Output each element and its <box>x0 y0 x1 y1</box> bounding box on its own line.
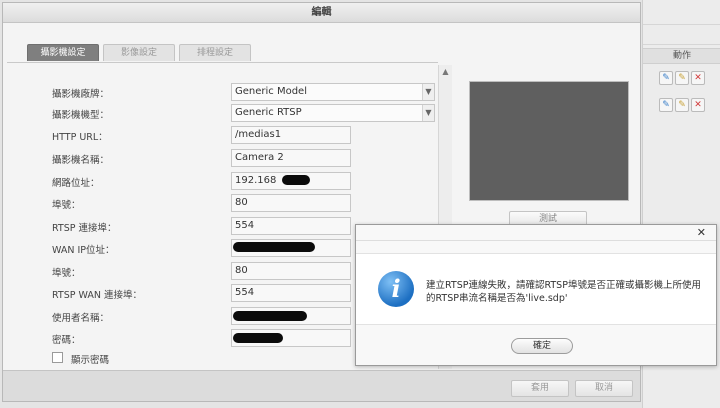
rtsp-port-label: RTSP 連接埠： <box>52 223 117 234</box>
dialog-footer: 套用 取消 <box>3 370 640 401</box>
dialog-title: 編輯 <box>3 3 640 23</box>
error-dialog: ✕ i 建立RTSP連線失敗，請確認RTSP埠號是否正確或攝影機上所使用的RTS… <box>355 224 717 366</box>
ip-label: 網路位址： <box>52 178 100 189</box>
wan-port-label: 埠號： <box>52 268 81 279</box>
brand-row: 攝影機廠牌： Generic Model ▼ <box>52 83 435 101</box>
show-password-checkbox[interactable] <box>52 352 63 363</box>
divider <box>643 44 720 45</box>
error-message: 建立RTSP連線失敗，請確認RTSP埠號是否正確或攝影機上所使用的RTSP串流名… <box>426 280 701 304</box>
action-row: ✎ ✎ ✕ <box>659 71 705 85</box>
edit-icon[interactable]: ✎ <box>659 98 673 112</box>
info-icon: i <box>378 271 414 307</box>
camera-name-label: 攝影機名稱： <box>52 155 110 166</box>
ok-button[interactable]: 確定 <box>511 338 573 354</box>
settings-icon[interactable]: ✎ <box>675 71 689 85</box>
rtsp-wan-port-input[interactable]: 554 <box>231 284 351 302</box>
http-url-label: HTTP URL： <box>52 132 108 143</box>
action-row: ✎ ✎ ✕ <box>659 98 705 112</box>
http-url-input[interactable]: /medias1 <box>231 126 351 144</box>
ip-row: 網路位址： 192.168 <box>52 172 432 190</box>
error-dialog-body: i 建立RTSP連線失敗，請確認RTSP埠號是否正確或攝影機上所使用的RTSP串… <box>356 253 716 325</box>
tab-camera-settings[interactable]: 攝影機設定 <box>27 44 99 61</box>
http-url-row: HTTP URL： /medias1 <box>52 126 432 144</box>
password-label: 密碼： <box>52 335 81 346</box>
brand-label: 攝影機廠牌： <box>52 89 110 100</box>
port-label: 埠號： <box>52 200 81 211</box>
cancel-button[interactable]: 取消 <box>575 380 633 397</box>
rtsp-port-input[interactable]: 554 <box>231 217 351 235</box>
username-label: 使用者名稱： <box>52 313 110 324</box>
wan-ip-label: WAN IP位址： <box>52 245 115 256</box>
model-select[interactable]: Generic RTSP ▼ <box>231 104 435 122</box>
tab-schedule-settings[interactable]: 排程設定 <box>179 44 251 61</box>
camera-name-input[interactable]: Camera 2 <box>231 149 351 167</box>
divider <box>643 24 720 25</box>
error-dialog-header <box>356 225 716 241</box>
apply-button[interactable]: 套用 <box>511 380 569 397</box>
tab-video-settings[interactable]: 影像設定 <box>103 44 175 61</box>
redaction-mark <box>233 333 283 343</box>
camera-name-row: 攝影機名稱： Camera 2 <box>52 149 432 167</box>
redaction-mark <box>233 242 315 252</box>
wan-port-input[interactable]: 80 <box>231 262 351 280</box>
model-value: Generic RTSP <box>235 107 302 118</box>
redaction-mark <box>233 311 307 321</box>
brand-select[interactable]: Generic Model ▼ <box>231 83 435 101</box>
chevron-down-icon: ▼ <box>422 84 434 100</box>
delete-icon[interactable]: ✕ <box>691 71 705 85</box>
chevron-down-icon: ▼ <box>422 105 434 121</box>
model-label: 攝影機機型： <box>52 110 110 121</box>
chevron-up-icon[interactable]: ▲ <box>439 65 452 79</box>
settings-icon[interactable]: ✎ <box>675 98 689 112</box>
actions-header: 動作 <box>643 48 720 64</box>
rtsp-wan-port-label: RTSP WAN 連接埠： <box>52 290 142 301</box>
camera-preview <box>469 81 629 201</box>
model-row: 攝影機機型： Generic RTSP ▼ <box>52 104 435 122</box>
brand-value: Generic Model <box>235 86 307 97</box>
port-input[interactable]: 80 <box>231 194 351 212</box>
tab-bar: 攝影機設定 影像設定 排程設定 <box>27 44 251 61</box>
close-icon[interactable]: ✕ <box>697 226 706 239</box>
edit-icon[interactable]: ✎ <box>659 71 673 85</box>
show-password-label: 顯示密碼 <box>71 355 110 366</box>
redaction-mark <box>282 175 310 185</box>
delete-icon[interactable]: ✕ <box>691 98 705 112</box>
port-row: 埠號： 80 <box>52 194 432 212</box>
